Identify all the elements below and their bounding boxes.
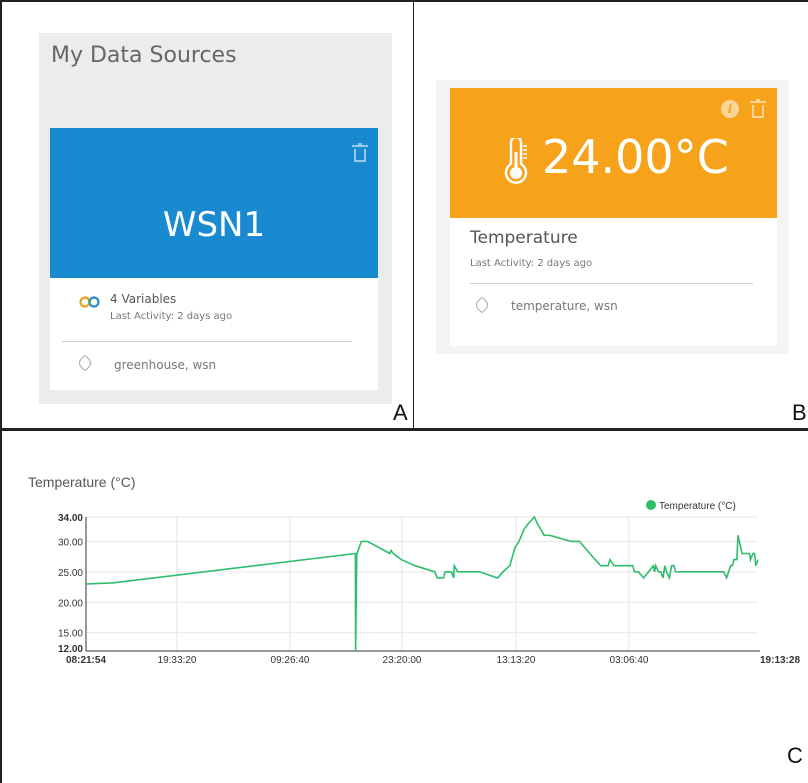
- y-tick-label: 34.00: [58, 513, 83, 524]
- section-title: My Data Sources: [51, 43, 237, 68]
- x-tick-label: 23:20:00: [383, 655, 422, 666]
- temperature-chart: 34.00 30.00 25.00 20.00 15.00 12.00 08:21:54 1…: [58, 500, 800, 666]
- x-axis-ticks: 08:21:54 19:33:20 09:26:40 23:20:00 13:13:20…: [66, 655, 800, 666]
- legend-label: Temperature (°C): [659, 501, 736, 512]
- last-activity: Last Activity: 2 days ago: [470, 258, 593, 269]
- tag-icon: [76, 354, 94, 372]
- tag-icon: [473, 296, 491, 314]
- y-tick-label: 20.00: [58, 598, 83, 609]
- y-tick-label: 15.00: [58, 629, 83, 640]
- variable-card-body[interactable]: 24.00°C i Temperature Last Activity: 2 d…: [450, 88, 777, 346]
- y-tick-label: 12.00: [58, 644, 83, 655]
- panel-label-a: A: [393, 400, 408, 425]
- trash-icon[interactable]: [352, 143, 368, 162]
- panel-label-c: C: [787, 743, 803, 768]
- data-source-tags[interactable]: greenhouse, wsn: [114, 358, 216, 372]
- x-tick-label: 19:13:28: [760, 655, 800, 666]
- x-tick-label: 19:33:20: [158, 655, 197, 666]
- variable-card-header[interactable]: 24.00°C i: [450, 88, 777, 218]
- panel-a: My Data Sources WSN1 4 Variables Last Ac…: [0, 0, 414, 430]
- variable-card-temperature[interactable]: 24.00°C i Temperature Last Activity: 2 d…: [436, 80, 789, 354]
- x-tick-label: 08:21:54: [66, 655, 106, 666]
- panel-c: Temperature (°C) 34.00 30.00 25.00 20.00 15.…: [0, 429, 808, 783]
- info-icon[interactable]: i: [721, 100, 739, 118]
- x-tick-label: 03:06:40: [610, 655, 649, 666]
- divider: [62, 341, 352, 342]
- y-tick-label: 25.00: [58, 568, 83, 579]
- variable-name[interactable]: Temperature: [470, 228, 578, 248]
- trash-icon[interactable]: [750, 99, 766, 118]
- variables-icon: [79, 296, 100, 308]
- variable-tags[interactable]: temperature, wsn: [511, 299, 618, 313]
- legend-marker: [646, 500, 656, 510]
- panel-b: 24.00°C i Temperature Last Activity: 2 d…: [413, 0, 808, 430]
- panel-label-b: B: [792, 400, 807, 425]
- data-source-card-wsn1[interactable]: WSN1 4 Variables Last Activity: 2 days a…: [50, 128, 378, 390]
- x-tick-label: 09:26:40: [271, 655, 310, 666]
- y-tick-label: 30.00: [58, 537, 83, 548]
- x-tick-label: 13:13:20: [497, 655, 536, 666]
- divider: [470, 283, 753, 284]
- thermometer-icon: [504, 138, 528, 184]
- chart-grid: [86, 516, 758, 651]
- variables-count[interactable]: 4 Variables: [110, 292, 176, 306]
- data-source-name: WSN1: [162, 205, 266, 245]
- y-axis-ticks: 34.00 30.00 25.00 20.00 15.00 12.00: [58, 513, 83, 655]
- my-data-sources-section: My Data Sources WSN1 4 Variables Last Ac…: [39, 33, 392, 404]
- variable-value: 24.00°C: [542, 130, 729, 184]
- last-activity: Last Activity: 2 days ago: [110, 311, 233, 322]
- data-source-card-header[interactable]: WSN1: [50, 128, 378, 278]
- series-line-temperature: [85, 515, 759, 652]
